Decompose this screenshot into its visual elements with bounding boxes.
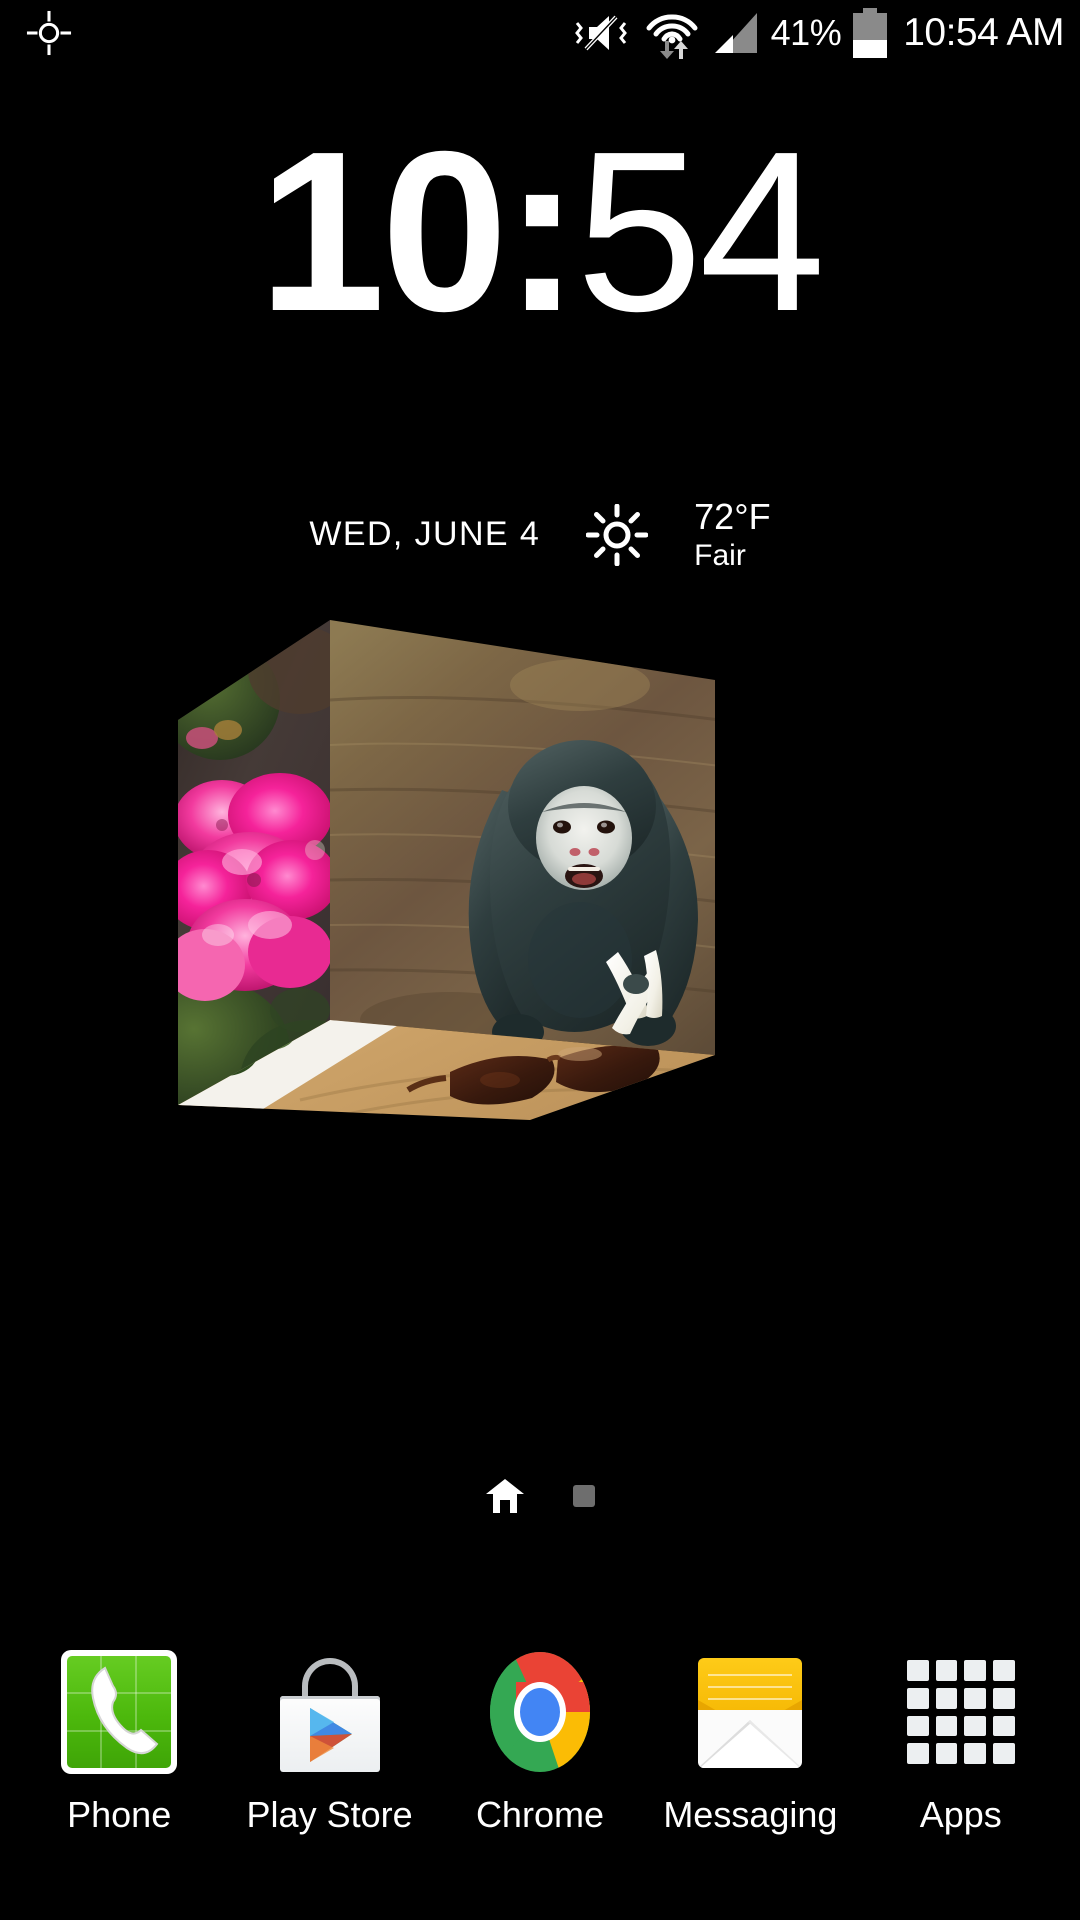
wifi-data-transfer-icon (646, 14, 698, 59)
weather-readout: 72°F Fair (694, 496, 770, 574)
battery-percentage: 41% (770, 12, 842, 53)
dock-item-messaging[interactable]: Messaging (652, 1630, 848, 1836)
dock-item-play-store[interactable]: Play Store (232, 1630, 428, 1836)
sun-clear-icon (586, 503, 649, 566)
dock-label-play-store: Play Store (246, 1794, 413, 1835)
play-store-icon (266, 1648, 394, 1776)
volume-mute-vibrate-icon (574, 15, 627, 51)
dock-item-phone[interactable]: Phone (21, 1630, 217, 1836)
dock-item-chrome[interactable]: Chrome (442, 1630, 638, 1836)
clock-widget[interactable]: 10:54 (0, 118, 1080, 346)
page-indicator (0, 1478, 1080, 1514)
status-bar-clock: 10:54 AM (903, 11, 1064, 54)
dock-label-phone: Phone (67, 1794, 172, 1835)
android-home-screen: 41% 10:54 AM 10:54 WED, JUNE 4 72°F Fair… (0, 0, 1080, 1920)
clock-separator: : (504, 105, 580, 359)
phone-icon (55, 1648, 183, 1776)
gps-crosshair-icon (26, 10, 72, 56)
clock-hours: 10 (258, 105, 508, 359)
dock-label-apps: Apps (919, 1794, 1002, 1835)
dock-item-apps[interactable]: Apps (863, 1630, 1059, 1836)
date-weather-row[interactable]: WED, JUNE 4 72°F Fair (0, 496, 1080, 574)
battery-icon (853, 8, 888, 58)
clock-time: 10:54 (0, 118, 1080, 346)
dock-label-chrome: Chrome (475, 1794, 604, 1835)
temperature-label: 72°F (694, 496, 771, 537)
cube-face-front-monkey (330, 620, 715, 1055)
home-icon[interactable] (485, 1478, 525, 1514)
clock-minutes: 54 (575, 105, 826, 359)
messaging-icon (686, 1648, 814, 1776)
status-icons-group: 41% 10:54 AM (571, 0, 1064, 66)
cellular-signal-icon (714, 13, 757, 53)
dock: Phone Play Store Chrome Messaging Apps (0, 1630, 1080, 1920)
status-bar[interactable]: 41% 10:54 AM (0, 0, 1080, 66)
dock-label-messaging: Messaging (663, 1794, 838, 1835)
page-dot-2[interactable] (573, 1485, 595, 1507)
3d-photo-cube-widget[interactable] (150, 580, 850, 1180)
date-label: WED, JUNE 4 (309, 515, 541, 554)
condition-label: Fair (694, 539, 746, 573)
chrome-icon (476, 1648, 604, 1776)
apps-grid-icon (897, 1648, 1025, 1776)
